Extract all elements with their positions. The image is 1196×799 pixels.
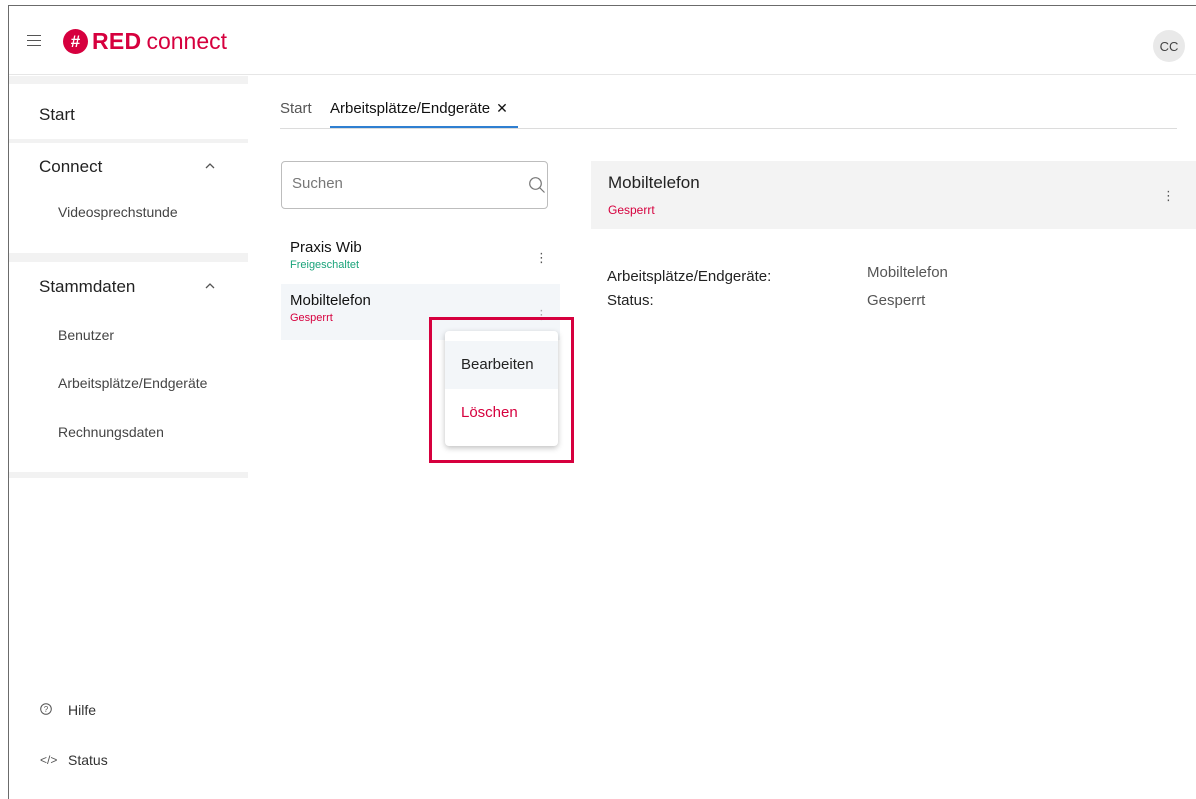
logo-text-connect: connect <box>146 27 228 54</box>
sidebar-item-arbeitsplaetze[interactable]: Arbeitsplätze/Endgeräte <box>58 375 207 391</box>
more-vert-icon[interactable]: ⋮ <box>1162 188 1175 204</box>
top-bar: # RED connect CC <box>9 6 1196 75</box>
sidebar-group-title[interactable]: Stammdaten <box>39 277 135 297</box>
chevron-up-icon[interactable] <box>205 161 215 171</box>
tab-start[interactable]: Start <box>280 100 312 117</box>
detail-header: Mobiltelefon Gesperrt ⋮ <box>591 161 1196 229</box>
list-item-status: Freigeschaltet <box>290 259 360 271</box>
list-item-name: Mobiltelefon <box>290 292 371 309</box>
sidebar-item-videosprechstunde[interactable]: Videosprechstunde <box>58 204 178 220</box>
logo-mark: # <box>63 28 88 54</box>
app-window: # RED connect CC Start Connect Videospre… <box>8 5 1196 799</box>
field-label-arbeitsplaetze: Arbeitsplätze/Endgeräte: <box>607 268 772 285</box>
highlight-annotation <box>429 317 574 463</box>
more-vert-icon[interactable]: ⋮ <box>535 251 548 264</box>
sidebar-item-label: Status <box>68 752 108 768</box>
close-icon[interactable]: ✕ <box>496 100 508 116</box>
menu-icon[interactable] <box>27 35 41 46</box>
code-icon: </> <box>40 753 58 767</box>
tab-arbeitsplaetze[interactable]: Arbeitsplätze/Endgeräte ✕ <box>330 100 518 128</box>
field-label-status: Status: <box>607 292 654 309</box>
list-item[interactable]: Praxis Wib Freigeschaltet ⋮ <box>281 231 560 287</box>
chevron-up-icon[interactable] <box>205 281 215 291</box>
detail-title: Mobiltelefon <box>608 173 700 192</box>
sidebar-item-benutzer[interactable]: Benutzer <box>58 327 114 343</box>
sidebar-item-label: Hilfe <box>68 702 97 718</box>
list-item-status: Gesperrt <box>290 312 333 324</box>
svg-text:?: ? <box>44 705 49 714</box>
sidebar-group-title[interactable]: Connect <box>39 157 102 177</box>
field-value-arbeitsplaetze: Mobiltelefon <box>867 264 948 281</box>
search-box <box>281 161 548 209</box>
tab-label: Arbeitsplätze/Endgeräte <box>330 100 491 117</box>
field-value-status: Gesperrt <box>867 292 926 309</box>
sidebar-item-hilfe[interactable]: ? Hilfe <box>40 702 96 718</box>
sidebar-footer: ? Hilfe </> Status <box>9 478 248 799</box>
sidebar: Start Connect Videosprechstunde Stammdat… <box>9 76 248 799</box>
search-input[interactable] <box>292 175 512 192</box>
help-icon: ? <box>40 702 68 718</box>
list-item-name: Praxis Wib <box>290 239 362 256</box>
sidebar-group-connect: Connect Videosprechstunde <box>9 143 248 253</box>
sidebar-item-label: Start <box>39 105 75 124</box>
search-icon[interactable] <box>528 176 546 194</box>
logo[interactable]: # RED connect <box>63 28 227 54</box>
sidebar-group-stammdaten: Stammdaten Benutzer Arbeitsplätze/Endger… <box>9 262 248 472</box>
tab-bar: Start Arbeitsplätze/Endgeräte ✕ <box>280 96 1177 129</box>
sidebar-item-rechnungsdaten[interactable]: Rechnungsdaten <box>58 424 164 440</box>
sidebar-item-status[interactable]: </> Status <box>40 752 108 768</box>
sidebar-item-start[interactable]: Start <box>9 84 248 139</box>
status-badge: Gesperrt <box>608 203 655 217</box>
avatar[interactable]: CC <box>1153 30 1185 62</box>
logo-text-red: RED <box>92 27 142 54</box>
